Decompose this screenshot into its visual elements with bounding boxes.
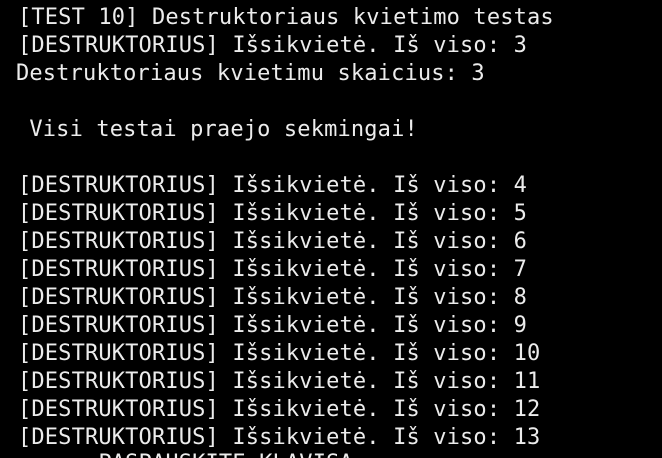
terminal-line: [DESTRUKTORIUS] Išsikvietė. Iš viso: 13: [18, 425, 541, 450]
terminal-line: [TEST 10] Destruktoriaus kvietimo testas: [18, 5, 554, 30]
terminal-line: Visi testai praejo sekmingai!: [16, 117, 418, 142]
terminal-line: [DESTRUKTORIUS] Išsikvietė. Iš viso: 10: [18, 341, 541, 366]
terminal-line: Destruktoriaus kvietimu skaicius: 3: [16, 61, 485, 86]
terminal-line: PASPAUSKITE KLAVISA: [18, 450, 353, 458]
terminal-line: [DESTRUKTORIUS] Išsikvietė. Iš viso: 5: [18, 201, 528, 226]
terminal-line: [DESTRUKTORIUS] Išsikvietė. Iš viso: 7: [18, 257, 528, 282]
terminal-window[interactable]: [TEST 10] Destruktoriaus kvietimo testas…: [0, 0, 662, 458]
terminal-line: [DESTRUKTORIUS] Išsikvietė. Iš viso: 6: [18, 229, 528, 254]
terminal-line: [DESTRUKTORIUS] Išsikvietė. Iš viso: 11: [18, 369, 541, 394]
terminal-line: [DESTRUKTORIUS] Išsikvietė. Iš viso: 4: [18, 173, 528, 198]
terminal-line: [DESTRUKTORIUS] Išsikvietė. Iš viso: 8: [18, 285, 528, 310]
terminal-line: [DESTRUKTORIUS] Išsikvietė. Iš viso: 12: [18, 397, 541, 422]
terminal-line: [DESTRUKTORIUS] Išsikvietė. Iš viso: 3: [18, 33, 528, 58]
terminal-line: [DESTRUKTORIUS] Išsikvietė. Iš viso: 9: [18, 313, 528, 338]
